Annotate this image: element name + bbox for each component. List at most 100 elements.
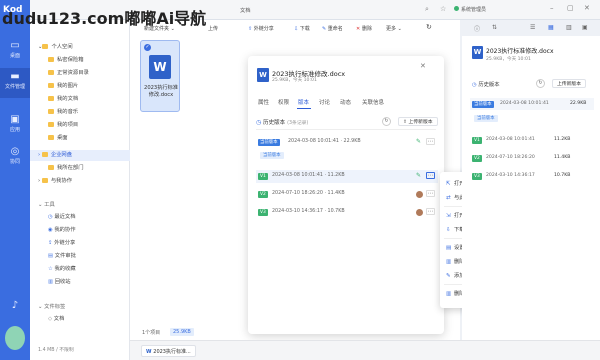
folder-icon [48, 96, 54, 101]
folder-icon [48, 165, 54, 170]
maximize-icon[interactable]: ▢ [567, 4, 574, 12]
more-icon[interactable]: ⋯ [426, 190, 435, 197]
version-badge: V1 [472, 137, 482, 144]
tag-label: 文档 [53, 316, 65, 322]
sidebar-item-desktop[interactable]: 桌面 [30, 133, 130, 144]
rail-item-notify[interactable]: ♪ [0, 300, 30, 312]
star-icon[interactable]: ☆ [440, 5, 446, 13]
panel-current-row[interactable]: 当前版本 2024-03-08 10:01:41 22.9KB [470, 98, 594, 110]
delete-button[interactable]: ✕ 删除 [356, 25, 372, 34]
version-row[interactable]: V3 2024-03-10 14:36:17 · 10.7KB ⋯ [256, 206, 438, 219]
current-version-row[interactable]: 当前版本 2024-03-08 10:01:41 · 22.9KB ✎ ⋯ [256, 136, 438, 149]
sidebar-item-personal[interactable]: ⌄ 个人空间 [30, 42, 130, 53]
split-view-icon[interactable]: ▥ [566, 24, 572, 31]
refresh-icon[interactable]: ↻ [426, 23, 432, 32]
rail-item-apps[interactable]: ▣ 应用 [0, 114, 30, 133]
panel-history-header: ◷ 历史版本 [472, 82, 500, 88]
tool-label: 文件审批 [54, 253, 76, 259]
user-avatar[interactable] [5, 326, 25, 350]
folder-icon [48, 122, 54, 127]
close-icon[interactable]: ✕ [420, 62, 426, 70]
desktop-icon: ▭ [10, 40, 20, 51]
sidebar: ⌄ 个人空间 私密保险箱 正常资源目录 我的图片 我的文档 我的音乐 我的项目 桌… [30, 20, 130, 360]
sidebar-item-docs[interactable]: 我的文档 [30, 94, 130, 105]
download-button[interactable]: ⇩ 下载 [294, 25, 310, 34]
sidebar-item-label: 我的图片 [57, 83, 79, 89]
sidebar-item-department[interactable]: 我所在部门 [30, 163, 130, 174]
version-badge: V2 [472, 155, 482, 162]
right-panel: W 2023执行标准修改.docx 25.9KB，今天 10:01 ◷ 历史版本… [462, 36, 600, 352]
version-row[interactable]: V2 2024-07-10 18:26:20 · 11.4KB ⋯ [256, 188, 438, 201]
list-view-icon[interactable]: ☰ [530, 24, 535, 31]
chevron-right-icon: › [38, 152, 41, 158]
sort-icon[interactable]: ⇅ [492, 24, 497, 31]
tool-label: 最近文档 [54, 214, 76, 220]
folder-icon [48, 135, 54, 140]
version-date: 2024-03-08 10:01:41 · 11.2KB [272, 173, 345, 178]
sidebar-item-label: 我的项目 [57, 122, 79, 128]
rail-label: 应用 [9, 127, 20, 133]
tab-related[interactable]: 关联信息 [362, 98, 384, 106]
sidebar-item-resources[interactable]: 正常资源目录 [30, 68, 130, 79]
history-count: (3条记录) [287, 121, 309, 126]
version-date: 2024-03-08 10:01:41 [486, 137, 535, 142]
window-tab[interactable]: 文档 [240, 6, 251, 14]
delete-icon: ▥ [446, 259, 452, 265]
panel-upload-version-button[interactable]: 上传新版本 [552, 79, 586, 88]
tool-item-favorites[interactable]: ☆ 我的收藏 [30, 264, 130, 275]
tool-item-collab[interactable]: ◉ 我的协作 [30, 225, 130, 236]
sidebar-item-pictures[interactable]: 我的图片 [30, 81, 130, 92]
rail-item-desktop[interactable]: ▭ 桌面 [0, 40, 30, 59]
close-icon[interactable]: ✕ [584, 4, 590, 12]
tab-discussion[interactable]: 讨论 [319, 98, 330, 106]
panel-version-row[interactable]: V3 2024-03-10 14:36:17 10.7KB [470, 170, 594, 182]
taskbar-item[interactable]: W 2023执行标准... [141, 345, 196, 357]
tool-label: 我的协作 [54, 227, 76, 233]
sidebar-item-shared[interactable]: › 与我协作 [30, 176, 130, 187]
checkmark-icon[interactable]: ✓ [144, 44, 151, 51]
refresh-icon[interactable]: ↻ [382, 117, 391, 126]
trash-icon: ▥ [48, 279, 55, 285]
minimize-icon[interactable]: – [550, 4, 554, 12]
tab-properties[interactable]: 属性 [258, 98, 269, 106]
rail-item-collab[interactable]: ◎ 协同 [0, 146, 30, 165]
rail-item-files[interactable]: ▬ 文件管理 [0, 68, 30, 98]
tab-versions[interactable]: 版本 [298, 98, 309, 106]
note-icon: ✎ [446, 273, 451, 279]
panel-toggle-icon[interactable]: ▣ [582, 24, 588, 31]
tool-item-approval[interactable]: ▤ 文件审批 [30, 251, 130, 262]
rename-button[interactable]: ✎ 重命名 [322, 25, 343, 34]
tag-item-doc[interactable]: ◇ 文档 [30, 314, 130, 325]
tool-item-share[interactable]: ⇪ 外链分享 [30, 238, 130, 249]
sidebar-item-label: 与我协作 [50, 178, 73, 184]
edit-icon[interactable]: ✎ [416, 172, 421, 179]
sidebar-item-music[interactable]: 我的音乐 [30, 107, 130, 118]
upload-version-button[interactable]: ⇧ 上传新版本 [398, 117, 438, 126]
more-button[interactable]: 更多 ⌄ [386, 25, 402, 34]
more-icon[interactable]: ⋯ [426, 138, 435, 145]
user-menu[interactable]: 系统管理员 [454, 6, 514, 15]
sidebar-item-projects[interactable]: 我的项目 [30, 120, 130, 131]
dialog-subtitle: 25.9KB，今天 10:01 [272, 78, 317, 83]
file-item[interactable]: ✓ W 2023执行标准修改.docx [140, 40, 180, 112]
taskbar: W 2023执行标准... [130, 340, 600, 360]
more-icon[interactable]: ⋯ [426, 172, 435, 179]
tab-activity[interactable]: 动态 [340, 98, 351, 106]
tool-item-trash[interactable]: ▥ 回收站 [30, 277, 130, 288]
edit-icon[interactable]: ✎ [416, 138, 421, 145]
tool-item-recent[interactable]: ◷ 最近文档 [30, 212, 130, 223]
sidebar-item-enterprise[interactable]: › 企业网盘 [30, 150, 130, 161]
refresh-icon[interactable]: ↻ [536, 79, 545, 88]
more-icon[interactable]: ⋯ [426, 208, 435, 215]
share-button[interactable]: ⇪ 外链分享 [248, 25, 274, 34]
version-row[interactable]: V1 2024-03-08 10:01:41 · 11.2KB ✎ ⋯ [256, 170, 438, 183]
panel-version-row[interactable]: V1 2024-03-08 10:01:41 11.2KB [470, 134, 594, 146]
sidebar-item-safe[interactable]: 私密保险箱 [30, 55, 130, 66]
search-icon[interactable]: ⌕ [425, 5, 429, 14]
upload-button[interactable]: 上传 [208, 25, 218, 34]
panel-version-row[interactable]: V2 2024-07-10 18:26:20 11.4KB [470, 152, 594, 164]
info-icon[interactable]: ⓘ [474, 24, 480, 33]
storage-usage: 1.4 MB / 不限制 [38, 348, 74, 353]
grid-view-icon[interactable]: ▦ [548, 24, 554, 31]
tab-permissions[interactable]: 权限 [278, 98, 289, 106]
